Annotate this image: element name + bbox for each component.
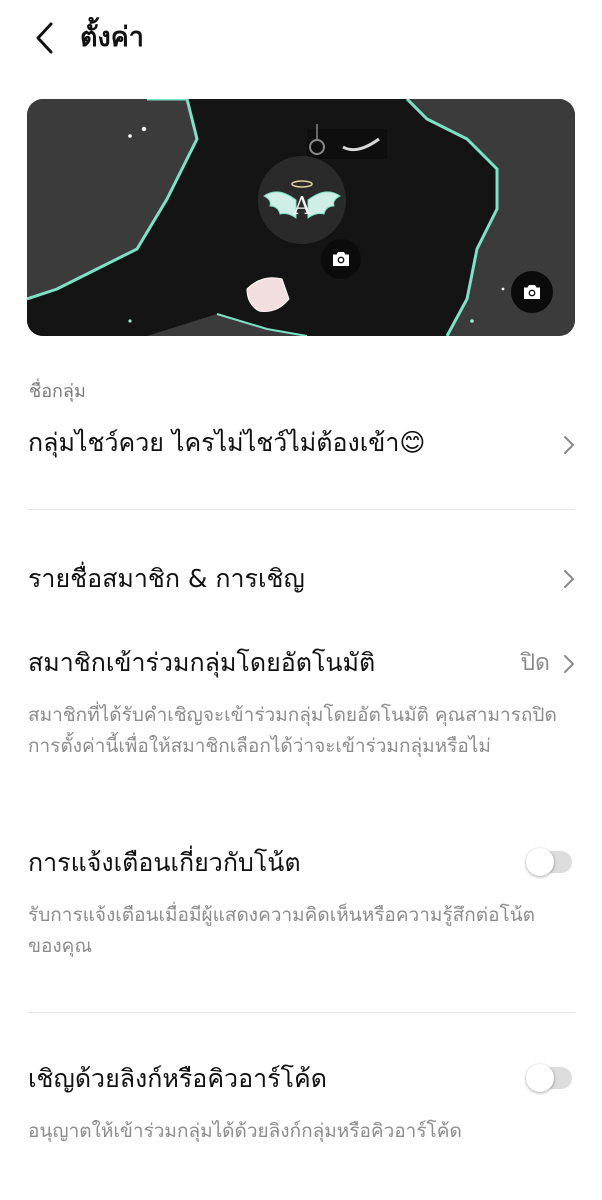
angel-wings-logo: A [258, 156, 346, 244]
change-avatar-button[interactable] [321, 239, 361, 279]
auto-join-value: ปิด [520, 650, 550, 676]
toggle-knob [526, 848, 554, 876]
auto-join-description: สมาชิกที่ได้รับคำเชิญจะเข้าร่วมกลุ่มโดยอ… [28, 704, 557, 757]
header-bar: ตั้งค่า [0, 0, 602, 80]
divider [28, 1012, 575, 1013]
group-avatar[interactable]: A [258, 156, 346, 244]
note-notification-title: การแจ้งเตือนเกี่ยวกับโน้ต [28, 848, 301, 877]
invite-link-title: เชิญด้วยลิงก์หรือคิวอาร์โค้ด [28, 1064, 327, 1093]
invite-link-row: เชิญด้วยลิงก์หรือคิวอาร์โค้ด [0, 1060, 602, 1100]
auto-join-row[interactable]: สมาชิกเข้าร่วมกลุ่มโดยอัตโนมัติ ปิด [0, 642, 602, 688]
chevron-right-icon [564, 655, 574, 673]
chevron-right-icon [564, 570, 574, 588]
change-cover-button[interactable] [511, 271, 553, 313]
avatar-letter: A [292, 192, 311, 220]
group-name-label: ชื่อกลุ่ม [29, 381, 86, 402]
note-notification-row: การแจ้งเตือนเกี่ยวกับโน้ต [0, 844, 602, 884]
group-name-row[interactable]: กลุ่มไชว์ควย ไครไม่ไชว์ไม่ต้องเข้า😊 [0, 420, 602, 470]
group-name-value: กลุ่มไชว์ควย ไครไม่ไชว์ไม่ต้องเข้า😊 [28, 428, 426, 457]
members-invites-row[interactable]: รายชื่อสมาชิก & การเชิญ [0, 556, 602, 602]
chevron-right-icon [564, 436, 574, 454]
page-title: ตั้งค่า [80, 22, 144, 53]
cover-photo[interactable]: A [27, 99, 575, 336]
toggle-knob [526, 1064, 554, 1092]
invite-link-description: อนุญาตให้เข้าร่วมกลุ่มได้ด้วยลิงก์กลุ่มห… [28, 1120, 462, 1142]
invite-link-toggle[interactable] [526, 1064, 572, 1092]
back-button[interactable] [26, 18, 62, 58]
divider [28, 509, 575, 510]
members-invites-title: รายชื่อสมาชิก & การเชิญ [28, 564, 305, 593]
camera-icon [524, 285, 540, 299]
note-notification-description: รับการแจ้งเตือนเมื่อมีผู้แสดงความคิดเห็น… [28, 904, 536, 957]
chevron-left-icon [36, 22, 53, 54]
auto-join-title: สมาชิกเข้าร่วมกลุ่มโดยอัตโนมัติ [28, 648, 376, 677]
note-notification-toggle[interactable] [526, 848, 572, 876]
camera-icon [333, 252, 349, 266]
